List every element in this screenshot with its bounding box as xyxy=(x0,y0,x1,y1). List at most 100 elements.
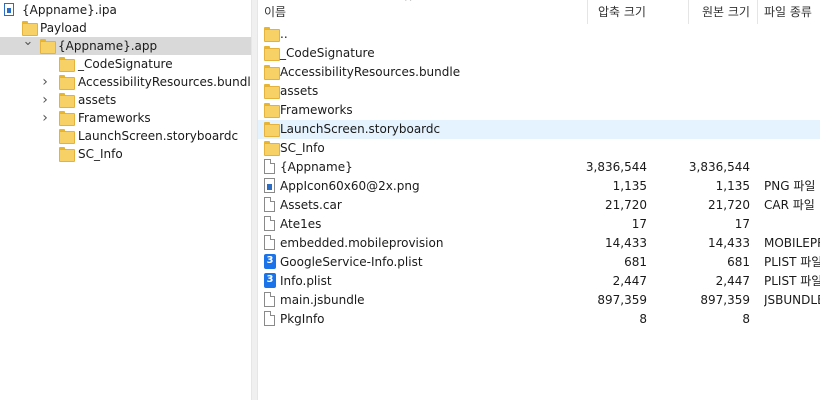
pane-splitter[interactable] xyxy=(251,0,258,400)
file-name: Info.plist xyxy=(280,274,332,288)
file-type: MOBILEPR xyxy=(764,236,820,250)
file-row[interactable]: main.jsbundle 897,359 897,359 JSBUNDLE xyxy=(258,291,820,310)
tree-item-accessibilityresources[interactable]: › AccessibilityResources.bundle xyxy=(0,73,258,91)
original-size: 14,433 xyxy=(708,236,750,250)
folder-icon xyxy=(59,56,75,72)
folder-icon xyxy=(40,38,56,54)
file-icon xyxy=(264,216,275,231)
compressed-size: 897,359 xyxy=(597,293,647,307)
column-header-compressed[interactable]: 압축 크기 xyxy=(598,0,646,24)
tree-item-label: _CodeSignature xyxy=(78,57,173,71)
tree-item-label: Payload xyxy=(40,21,87,35)
tree-item-assets[interactable]: › assets xyxy=(0,91,251,109)
file-type: JSBUNDLE xyxy=(764,293,820,307)
file-row[interactable]: 3 Info.plist 2,447 2,447 PLIST 파일 xyxy=(258,272,820,291)
archive-icon xyxy=(4,3,14,16)
file-name: LaunchScreen.storyboardc xyxy=(280,122,441,136)
folder-icon xyxy=(59,74,75,90)
file-row[interactable]: 3 GoogleService-Info.plist 681 681 PLIST… xyxy=(258,253,820,272)
file-icon xyxy=(264,292,275,307)
folder-icon xyxy=(59,92,75,108)
tree-item-label: AccessibilityResources.bundle xyxy=(78,75,259,89)
compressed-size: 2,447 xyxy=(612,274,647,288)
file-row[interactable]: .. xyxy=(258,25,820,44)
folder-icon xyxy=(264,102,280,118)
tree-item-scinfo[interactable]: SC_Info xyxy=(0,145,251,163)
original-size: 681 xyxy=(727,255,750,269)
file-row[interactable]: SC_Info xyxy=(258,139,820,158)
tree-item-launchscreen[interactable]: LaunchScreen.storyboardc xyxy=(0,127,251,145)
file-icon xyxy=(264,197,275,212)
original-size: 2,447 xyxy=(715,274,750,288)
column-header-type[interactable]: 파일 종류 xyxy=(764,0,812,24)
file-type: PLIST 파일 xyxy=(764,274,820,288)
column-divider[interactable] xyxy=(587,0,588,24)
column-header-name[interactable]: 이름 xyxy=(264,0,286,24)
tree-item-codesignature[interactable]: _CodeSignature xyxy=(0,55,251,73)
tree-item-label: Frameworks xyxy=(78,111,151,125)
original-size: 21,720 xyxy=(708,198,750,212)
column-divider[interactable] xyxy=(757,0,758,24)
file-name: .. xyxy=(280,27,288,41)
compressed-size: 1,135 xyxy=(612,179,647,193)
tree-item-label: {Appname}.app xyxy=(58,39,158,53)
tree-item-label: SC_Info xyxy=(78,147,123,161)
tree-item-ipa[interactable]: {Appname}.ipa xyxy=(0,1,251,19)
file-row[interactable]: assets xyxy=(258,82,820,101)
file-name: _CodeSignature xyxy=(280,46,375,60)
file-row[interactable]: PkgInfo 8 8 xyxy=(258,310,820,329)
folder-tree: {Appname}.ipa Payload ⌄ {Appname}.app _C… xyxy=(0,0,258,400)
file-row[interactable]: _CodeSignature xyxy=(258,44,820,63)
file-type: PNG 파일 xyxy=(764,179,816,193)
original-size: 3,836,544 xyxy=(688,160,750,174)
file-row[interactable]: AccessibilityResources.bundle xyxy=(258,63,820,82)
file-name: AccessibilityResources.bundle xyxy=(280,65,461,79)
file-row[interactable]: AppIcon60x60@2x.png 1,135 1,135 PNG 파일 xyxy=(258,177,820,196)
tree-item-frameworks[interactable]: › Frameworks xyxy=(0,109,251,127)
compressed-size: 21,720 xyxy=(605,198,647,212)
file-row[interactable]: embedded.mobileprovision 14,433 14,433 M… xyxy=(258,234,820,253)
file-name: GoogleService-Info.plist xyxy=(280,255,423,269)
column-header-original[interactable]: 원본 크기 xyxy=(702,0,750,24)
file-name: AppIcon60x60@2x.png xyxy=(280,179,420,193)
compressed-size: 14,433 xyxy=(605,236,647,250)
tree-item-label: LaunchScreen.storyboardc xyxy=(78,129,239,143)
tree-item-label: {Appname}.ipa xyxy=(22,3,117,17)
tree-item-app[interactable]: ⌄ {Appname}.app xyxy=(0,34,251,55)
tree-item-payload[interactable]: Payload xyxy=(0,19,251,37)
folder-icon xyxy=(59,128,75,144)
file-row[interactable]: {Appname} 3,836,544 3,836,544 xyxy=(258,158,820,177)
image-file-icon xyxy=(264,178,275,193)
chevron-right-icon[interactable]: › xyxy=(39,109,51,127)
folder-icon xyxy=(264,64,280,80)
original-size: 8 xyxy=(742,312,750,326)
file-name: Assets.car xyxy=(280,198,342,212)
file-name: PkgInfo xyxy=(280,312,325,326)
column-header-row: 이름 ^ 압축 크기 원본 크기 파일 종류 xyxy=(258,0,820,24)
chevron-right-icon[interactable]: › xyxy=(39,73,51,91)
file-type: CAR 파일 xyxy=(764,198,815,212)
file-row[interactable]: Frameworks xyxy=(258,101,820,120)
file-name: Frameworks xyxy=(280,103,353,117)
tree-item-label: assets xyxy=(78,93,117,107)
file-type: PLIST 파일 xyxy=(764,255,820,269)
file-row[interactable]: Ate1es 17 17 xyxy=(258,215,820,234)
folder-icon xyxy=(264,26,280,42)
folder-icon xyxy=(264,140,280,156)
compressed-size: 681 xyxy=(624,255,647,269)
column-divider[interactable] xyxy=(688,0,689,24)
plist-icon: 3 xyxy=(264,273,276,288)
file-name: {Appname} xyxy=(280,160,353,174)
chevron-down-icon[interactable]: ⌄ xyxy=(22,33,34,51)
compressed-size: 8 xyxy=(639,312,647,326)
folder-icon xyxy=(22,20,38,36)
compressed-size: 3,836,544 xyxy=(585,160,647,174)
file-row-hover[interactable]: LaunchScreen.storyboardc xyxy=(258,120,820,139)
chevron-right-icon[interactable]: › xyxy=(39,91,51,109)
file-icon xyxy=(264,311,275,326)
file-row[interactable]: Assets.car 21,720 21,720 CAR 파일 xyxy=(258,196,820,215)
folder-icon xyxy=(59,110,75,126)
original-size: 17 xyxy=(734,217,750,231)
compressed-size: 17 xyxy=(631,217,647,231)
folder-icon xyxy=(264,121,280,137)
